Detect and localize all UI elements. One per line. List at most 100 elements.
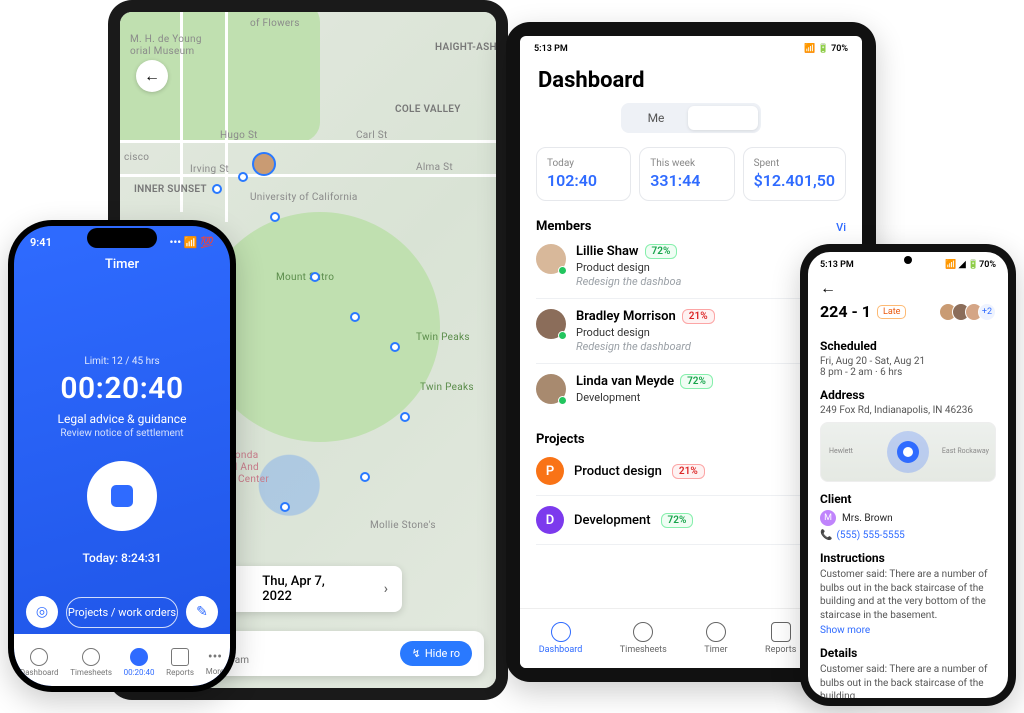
segment-slider [688,106,758,130]
more-assignees[interactable]: +2 [978,303,996,321]
map-label: INNER SUNSET [134,184,207,195]
segment-me[interactable]: Me [621,103,691,133]
phone-notch [87,228,157,248]
status-icons: 📶 ◢ 🔋70% [945,260,996,270]
route-dot [390,342,400,352]
member-name: Linda van Meyde72% [576,374,713,389]
member-avatar [536,309,566,339]
map-user-avatar[interactable] [252,152,276,176]
timer-screen: 9:41 ••• 📶 💯 Timer Limit: 12 / 45 hrs 00… [14,226,230,686]
client-row[interactable]: M Mrs. Brown [820,510,996,526]
location-button[interactable]: ◎ [26,596,58,628]
tab-timer[interactable]: Timer [704,622,727,655]
percent-badge: 72% [661,513,694,528]
scheduled-heading: Scheduled [820,339,996,353]
status-bar: 5:13 PM 📶 🔋 70% [520,36,862,54]
member-note: Redesign the dashboard [576,340,715,353]
gauge-icon [30,648,48,666]
chevron-right-icon[interactable]: › [384,581,388,597]
job-body: Scheduled Fri, Aug 20 - Sat, Aug 21 8 pm… [808,339,1008,698]
tab-timer[interactable]: 00:20:40 [124,648,155,677]
route-dot [212,184,222,194]
phone-camera [904,256,912,264]
segmented-control[interactable]: Me Team [621,103,761,133]
map-road [120,174,496,177]
view-all-link[interactable]: Vi [836,221,846,234]
member-avatar [536,244,566,274]
show-more-link[interactable]: Show more [820,625,996,636]
client-phone-link[interactable]: 📞 (555) 555-5555 [820,530,996,541]
route-dot [280,502,290,512]
map-label: M. H. de Young [130,34,202,45]
scheduled-dates: Fri, Aug 20 - Sat, Aug 21 [820,356,996,367]
map-label: Hewlett [829,447,853,455]
status-dot-icon [558,331,567,340]
stat-card[interactable]: This week331:44 [639,147,734,201]
hide-route-button[interactable]: ↯ Hide ro [400,641,472,666]
task-name: Legal advice & guidance [30,412,214,426]
stop-button[interactable] [87,461,157,531]
projects-button[interactable]: Projects / work orders [66,597,178,628]
stats-row: Today102:40 This week331:44 Spent$12.401… [520,147,862,201]
tab-reports[interactable]: Reports [166,648,194,677]
route-dot [310,272,320,282]
phone-icon: 📞 [820,530,832,541]
play-icon [706,622,726,642]
map-label: of Flowers [250,18,300,29]
mini-map[interactable]: Hewlett East Rockaway [820,422,996,482]
subtask-name: Review notice of settlement [30,428,214,439]
percent-badge: 21% [682,309,715,324]
address-text: 249 Fox Rd, Indianapolis, IN 46236 [820,405,996,416]
map-road [225,12,228,222]
map-label: Mollie Stone's [370,520,436,531]
route-dot [270,212,280,222]
play-icon [130,648,148,666]
status-icons: ••• 📶 💯 [169,236,214,249]
status-time: 5:13 PM [534,44,568,54]
client-name: Mrs. Brown [842,513,893,524]
tab-more[interactable]: •••More [206,649,224,676]
member-role: Product design [576,261,681,274]
report-icon [771,622,791,642]
route-icon: ↯ [412,647,421,660]
timer-actions: ◎ Projects / work orders ✎ [26,596,218,628]
member-info: Bradley Morrison21% Product design Redes… [576,309,715,353]
late-badge: Late [877,305,906,319]
route-dot [400,412,410,422]
tab-timesheets[interactable]: Timesheets [620,622,667,655]
member-info: Lillie Shaw72% Product design Redesign t… [576,244,681,288]
back-button[interactable]: ← [136,60,168,92]
date-selector[interactable]: ‹ Thu, Apr 7, 2022 › [214,566,402,612]
map-label: Irving St [190,164,229,175]
stat-card[interactable]: Spent$12.401,50 [743,147,846,201]
map-label: Alma St [416,162,453,173]
tab-dashboard[interactable]: Dashboard [20,648,59,677]
back-button[interactable]: ← [808,270,1008,298]
project-name: Development [574,513,651,528]
selected-date: Thu, Apr 7, 2022 [262,574,353,604]
status-time: 9:41 [30,236,52,249]
member-info: Linda van Meyde72% Development [576,374,713,404]
tab-timesheets[interactable]: Timesheets [70,648,112,677]
bottom-tab-bar: Dashboard Timesheets 00:20:40 Reports ••… [14,634,230,686]
location-icon: ◎ [36,604,48,620]
job-screen: 5:13 PM 📶 ◢ 🔋70% ← 224 - 1 Late +2 Sched… [808,252,1008,698]
member-name: Bradley Morrison21% [576,309,715,324]
tab-reports[interactable]: Reports [765,622,796,655]
edit-button[interactable]: ✎ [186,596,218,628]
assignee-avatars[interactable]: +2 [944,303,996,321]
limit-text: Limit: 12 / 45 hrs [30,356,214,367]
status-icons: 📶 🔋 70% [804,44,848,54]
job-id: 224 - 1 [820,302,871,321]
section-header: Members Vi [536,219,846,234]
job-header: 224 - 1 Late +2 [808,298,1008,329]
address-heading: Address [820,388,996,402]
tab-dashboard[interactable]: Dashboard [539,622,583,655]
project-avatar: P [536,457,564,485]
project-avatar: D [536,506,564,534]
map-label: Twin Peaks [416,332,470,343]
elapsed-time: 00:20:40 [30,371,214,406]
client-heading: Client [820,492,996,506]
stat-card[interactable]: Today102:40 [536,147,631,201]
percent-badge: 72% [680,374,713,389]
